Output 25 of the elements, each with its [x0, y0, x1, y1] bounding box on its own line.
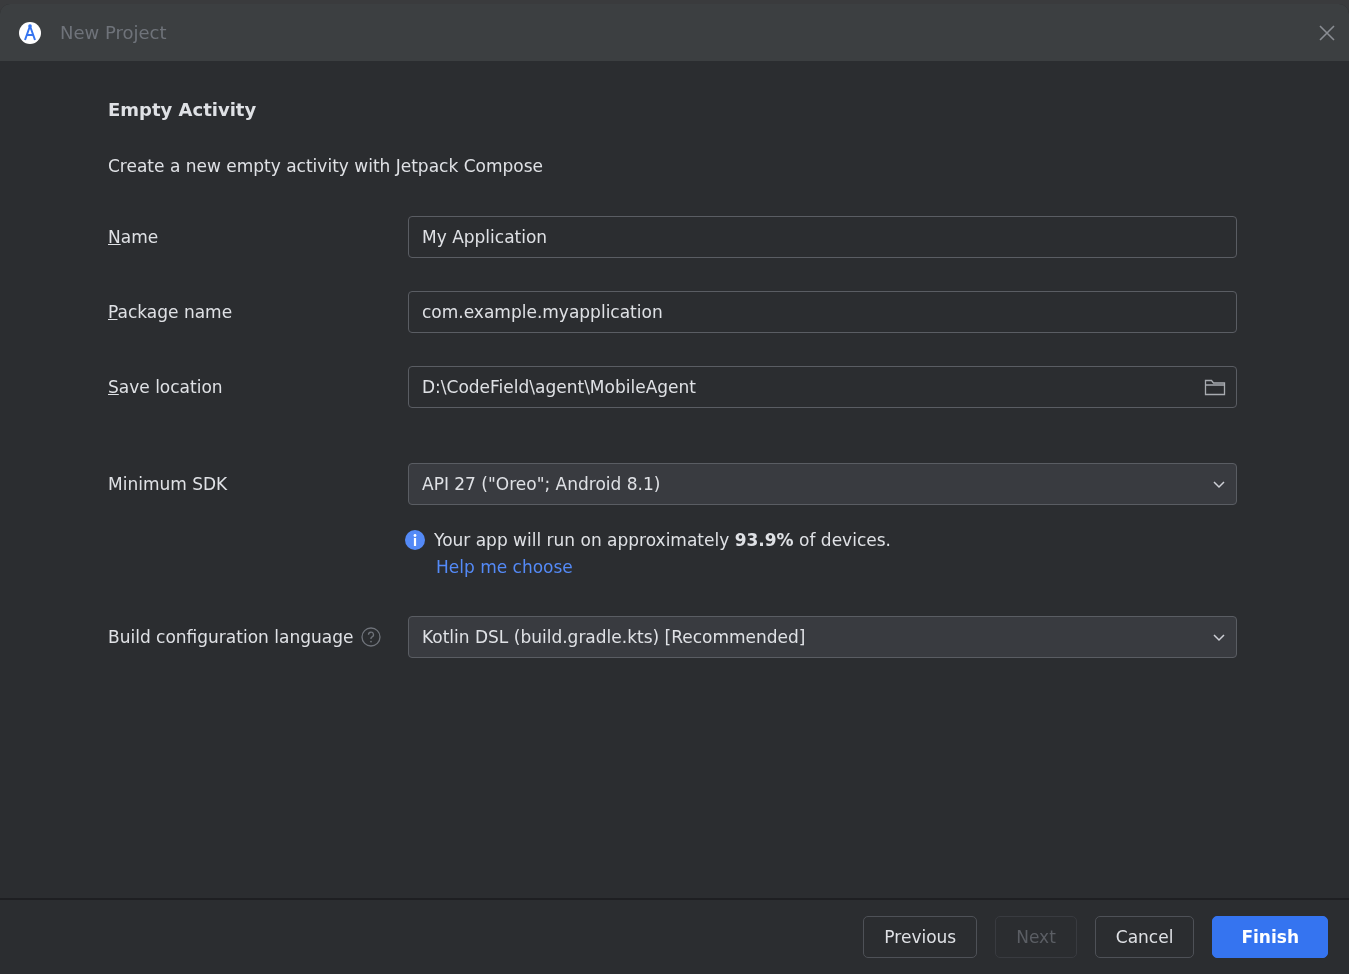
- dialog-button[interactable]: Previous: [863, 916, 978, 958]
- path-field[interactable]: D:\CodeField\agent\MobileAgent: [408, 366, 1237, 408]
- text-field[interactable]: com.example.myapplication: [408, 291, 1237, 333]
- close-icon[interactable]: [1317, 22, 1337, 43]
- app-logo-icon: [18, 20, 42, 45]
- page-description: Create a new empty activity with Jetpack Compose: [108, 156, 544, 176]
- help-link[interactable]: Help me choose: [436, 557, 573, 577]
- chevron-down-icon: [1212, 479, 1226, 489]
- text-field[interactable]: My Application: [408, 216, 1237, 258]
- window-title: New Project: [60, 22, 168, 43]
- info-icon: [404, 529, 426, 551]
- field-label: Name: [108, 227, 159, 247]
- info-message: Your app will run on approximately 93.9% of devices.: [434, 530, 891, 550]
- dropdown[interactable]: Kotlin DSL (build.gradle.kts) [Recommended]: [408, 616, 1237, 658]
- field-label: Build configuration language: [108, 627, 354, 647]
- help-icon[interactable]: [361, 627, 382, 647]
- dialog-button[interactable]: Cancel: [1094, 916, 1195, 958]
- field-label: Minimum SDK: [108, 474, 228, 494]
- field-label: Save location: [108, 377, 223, 397]
- field-label: Package name: [108, 302, 233, 322]
- folder-icon[interactable]: [1204, 378, 1226, 396]
- page-heading: Empty Activity: [108, 99, 258, 120]
- dropdown[interactable]: API 27 ("Oreo"; Android 8.1): [408, 463, 1237, 505]
- finish-button[interactable]: Finish: [1212, 916, 1328, 958]
- chevron-down-icon: [1212, 632, 1226, 642]
